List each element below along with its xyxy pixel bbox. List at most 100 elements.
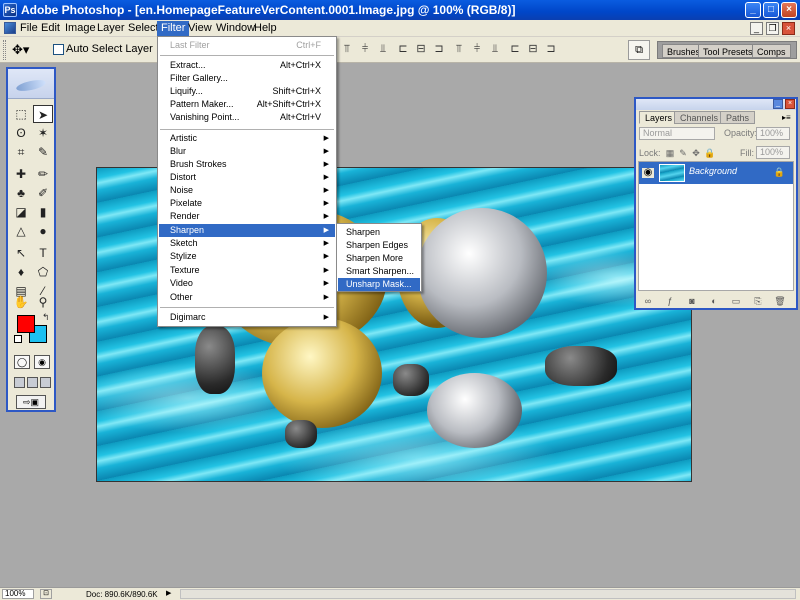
tab-layers[interactable]: Layers (639, 111, 679, 124)
move-tool-icon[interactable]: ➤ (33, 105, 53, 123)
menu-item-stylize[interactable]: Stylize ▶ (159, 250, 335, 263)
healing-brush-tool-icon[interactable]: ✚ (11, 165, 31, 183)
layer-style-icon[interactable]: ƒ (664, 295, 676, 307)
well-tab-comps[interactable]: Comps (752, 44, 791, 58)
minimize-button[interactable]: _ (745, 2, 761, 18)
doc-minimize-button[interactable]: _ (750, 22, 763, 35)
menu-item-filter-gallery[interactable]: Filter Gallery... (159, 72, 335, 85)
distribute-bottom-icon[interactable]: ⫫ (488, 42, 502, 56)
new-layer-icon[interactable]: ⎘ (752, 295, 764, 307)
lock-transparency-icon[interactable]: ▦ (665, 148, 675, 158)
menu-item-distort[interactable]: Distort ▶ (159, 171, 335, 184)
shape-tool-icon[interactable]: ⬠ (33, 263, 53, 281)
distribute-hcenter-icon[interactable]: ⊟ (526, 42, 540, 56)
distribute-left-icon[interactable]: ⊏ (508, 42, 522, 56)
add-mask-icon[interactable]: ◙ (686, 295, 698, 307)
menu-item-extract[interactable]: Extract... Alt+Ctrl+X (159, 59, 335, 72)
blur-tool-icon[interactable]: △ (11, 222, 31, 240)
status-menu-arrow-icon[interactable]: ▶ (166, 589, 171, 597)
maximize-button[interactable]: □ (763, 2, 779, 18)
palette-close-button[interactable]: × (785, 99, 795, 109)
submenu-item-sharpen-more[interactable]: Sharpen More (338, 252, 420, 265)
magic-wand-tool-icon[interactable]: ✶ (33, 124, 53, 142)
menu-item-blur[interactable]: Blur ▶ (159, 145, 335, 158)
standard-mode-icon[interactable]: ◯ (14, 355, 30, 369)
clone-stamp-tool-icon[interactable]: ♣ (11, 184, 31, 202)
pen-tool-icon[interactable]: ♦ (11, 263, 31, 281)
align-bottom-icon[interactable]: ⫫ (376, 42, 390, 56)
standard-screen-mode-icon[interactable] (14, 377, 25, 388)
menu-item-render[interactable]: Render ▶ (159, 210, 335, 223)
layer-row-background[interactable]: ◉ Background 🔒 (639, 162, 793, 184)
menu-item-vanishing-point[interactable]: Vanishing Point... Alt+Ctrl+V (159, 111, 335, 124)
menu-item-noise[interactable]: Noise ▶ (159, 184, 335, 197)
submenu-item-unsharp-mask[interactable]: Unsharp Mask... (338, 278, 420, 291)
submenu-item-sharpen-edges[interactable]: Sharpen Edges (338, 239, 420, 252)
align-top-icon[interactable]: ⫪ (340, 42, 354, 56)
tab-paths[interactable]: Paths (720, 111, 756, 124)
hand-tool-icon[interactable]: ✋ (11, 293, 31, 311)
menu-help[interactable]: Help (250, 21, 281, 36)
menu-item-pattern-maker[interactable]: Pattern Maker... Alt+Shift+Ctrl+X (159, 98, 335, 111)
menu-item-digimarc[interactable]: Digimarc ▶ (159, 311, 335, 324)
full-screen-mode-icon[interactable] (40, 377, 51, 388)
menu-item-artistic[interactable]: Artistic ▶ (159, 132, 335, 145)
palette-menu-icon[interactable]: ▸≡ (782, 113, 791, 122)
tab-channels[interactable]: Channels (674, 111, 725, 124)
auto-select-checkbox[interactable] (53, 44, 64, 55)
align-hcenter-icon[interactable]: ⊟ (414, 42, 428, 56)
blend-mode-select[interactable]: Normal (639, 127, 715, 140)
well-tab-tool-presets[interactable]: Tool Presets (698, 44, 758, 58)
link-layers-icon[interactable]: ∞ (642, 295, 654, 307)
jump-to-imageready-icon[interactable]: ⇨▣ (16, 395, 46, 409)
distribute-vcenter-icon[interactable]: ⫩ (470, 42, 484, 56)
align-vcenter-icon[interactable]: ⫩ (358, 42, 372, 56)
fill-field[interactable]: 100% (756, 146, 790, 159)
opacity-field[interactable]: 100% (756, 127, 790, 140)
zoom-tool-icon[interactable]: ⚲ (33, 293, 53, 311)
brush-tool-icon[interactable]: ✏ (33, 165, 53, 183)
menu-item-other[interactable]: Other ▶ (159, 291, 335, 304)
palette-minimize-button[interactable]: _ (773, 99, 783, 109)
eraser-tool-icon[interactable]: ◪ (11, 203, 31, 221)
horizontal-scrollbar[interactable] (180, 589, 796, 599)
layers-palette-header[interactable]: _ × (636, 99, 796, 110)
menu-item-sharpen[interactable]: Sharpen ▶ (159, 224, 335, 237)
toggle-palettes-icon[interactable]: ⧉ (628, 40, 650, 60)
document-icon[interactable] (4, 22, 16, 34)
menu-item-pixelate[interactable]: Pixelate ▶ (159, 197, 335, 210)
lock-all-icon[interactable]: 🔒 (704, 148, 715, 158)
menu-item-sketch[interactable]: Sketch ▶ (159, 237, 335, 250)
align-left-icon[interactable]: ⊏ (396, 42, 410, 56)
dodge-tool-icon[interactable]: ● (33, 222, 53, 240)
swap-colors-icon[interactable]: ↰ (42, 312, 50, 323)
close-button[interactable]: × (781, 2, 797, 18)
eye-icon[interactable]: ◉ (642, 168, 654, 178)
default-colors-icon[interactable] (14, 335, 22, 343)
menu-item-brush-strokes[interactable]: Brush Strokes ▶ (159, 158, 335, 171)
menu-view[interactable]: View (184, 21, 216, 36)
slice-tool-icon[interactable]: ✎ (33, 143, 53, 161)
menu-item-last-filter[interactable]: Last Filter Ctrl+F (159, 39, 335, 52)
lock-image-icon[interactable]: ✎ (678, 148, 688, 158)
gradient-tool-icon[interactable]: ▮ (33, 203, 53, 221)
align-right-icon[interactable]: ⊐ (432, 42, 446, 56)
lasso-tool-icon[interactable]: ʘ (11, 124, 31, 142)
submenu-item-sharpen[interactable]: Sharpen (338, 226, 420, 239)
history-brush-tool-icon[interactable]: ✐ (33, 184, 53, 202)
options-bar-grip[interactable] (3, 40, 6, 60)
menu-item-texture[interactable]: Texture ▶ (159, 264, 335, 277)
full-screen-menu-mode-icon[interactable] (27, 377, 38, 388)
new-group-icon[interactable]: ▭ (730, 295, 742, 307)
doc-close-button[interactable]: × (782, 22, 795, 35)
document-info-icon[interactable]: ⊡ (40, 589, 52, 599)
path-selection-tool-icon[interactable]: ↖ (11, 244, 31, 262)
distribute-right-icon[interactable]: ⊐ (544, 42, 558, 56)
menu-edit[interactable]: Edit (37, 21, 64, 36)
marquee-tool-icon[interactable]: ⬚ (11, 105, 31, 123)
doc-restore-button[interactable]: ❐ (766, 22, 779, 35)
lock-position-icon[interactable]: ✥ (691, 148, 701, 158)
distribute-top-icon[interactable]: ⫪ (452, 42, 466, 56)
submenu-item-smart-sharpen[interactable]: Smart Sharpen... (338, 265, 420, 278)
adjustment-layer-icon[interactable]: ◐ (708, 295, 720, 307)
